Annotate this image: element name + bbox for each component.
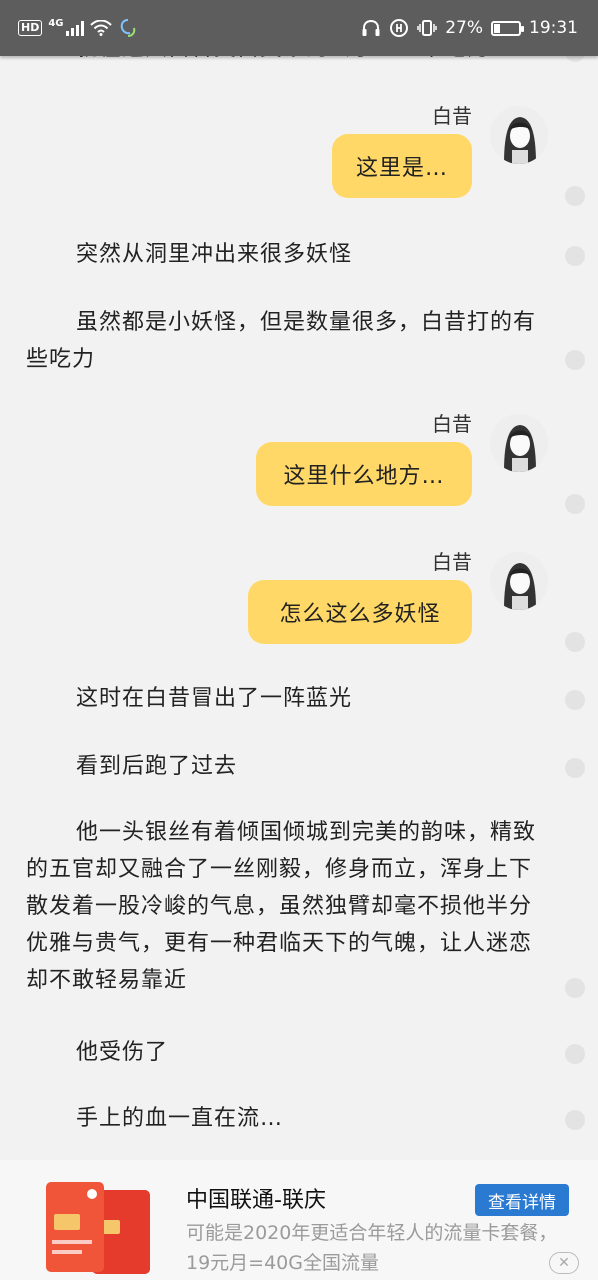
wifi-icon (89, 20, 112, 36)
vibrate-icon (417, 20, 437, 36)
story-paragraph: 突然从洞里冲出来很多妖怪 (76, 242, 353, 267)
headphones-icon (362, 19, 380, 36)
avatar[interactable] (490, 552, 548, 610)
comment-dot-icon[interactable] (565, 632, 585, 652)
story-paragraph: 虽然都是小妖怪，但是数量很多，白昔打的有些吃力 (26, 310, 537, 372)
battery-percent: 27% (445, 18, 483, 38)
comment-dot-icon[interactable] (565, 758, 585, 778)
comment-dot-icon[interactable] (565, 978, 585, 998)
assistant-icon (120, 19, 135, 37)
reader-content[interactable]: 就在这大白昔美白美诊的去子——下吃力 白昔 这里是… 突然从洞里冲出来很多妖怪 … (0, 0, 598, 1280)
character-avatar-icon (490, 106, 548, 164)
status-bar: HD 4G 27% 19:31 (0, 0, 598, 56)
ad-title[interactable]: 中国联通-联庆 (186, 1182, 326, 1214)
comment-dot-icon[interactable] (565, 1110, 585, 1130)
dialogue-bubble: 这里什么地方… (256, 442, 472, 506)
character-avatar-icon (490, 414, 548, 472)
ad-banner[interactable]: 中国联通-联庆 可能是2020年更适合年轻人的流量卡套餐，19元月=40G全国流… (0, 1160, 598, 1280)
story-paragraph: 他一头银丝有着倾国倾城到完美的韵味，精致的五官却又融合了一丝刚毅，修身而立，浑身… (26, 820, 537, 993)
comment-dot-icon[interactable] (565, 690, 585, 710)
hd-indicator: HD (18, 20, 43, 36)
network-type: 4G (48, 17, 64, 29)
comment-dot-icon[interactable] (565, 246, 585, 266)
story-paragraph: 手上的血一直在流… (76, 1106, 284, 1131)
clock: 19:31 (529, 18, 578, 38)
comment-dot-icon[interactable] (565, 186, 585, 206)
status-left: HD 4G (18, 18, 138, 38)
story-paragraph: 这时在白昔冒出了一阵蓝光 (76, 686, 353, 711)
data-saver-icon (390, 19, 409, 37)
dialogue-speaker: 白昔 (432, 104, 472, 128)
ad-description[interactable]: 可能是2020年更适合年轻人的流量卡套餐，19元月=40G全国流量 (186, 1218, 576, 1278)
sim-card-ad-image (46, 1182, 150, 1274)
ad-close-button[interactable]: ✕ (549, 1252, 579, 1274)
battery-level (494, 23, 500, 33)
signal-icon (65, 20, 84, 36)
avatar[interactable] (490, 414, 548, 472)
story-paragraph: 他受伤了 (76, 1040, 169, 1065)
story-paragraph: 看到后跑了过去 (76, 754, 238, 779)
battery-icon (491, 20, 524, 36)
view-details-button[interactable]: 查看详情 (475, 1184, 569, 1216)
status-right: 27% 19:31 (361, 18, 578, 38)
comment-dot-icon[interactable] (565, 494, 585, 514)
comment-dot-icon[interactable] (565, 350, 585, 370)
dialogue-bubble: 怎么这么多妖怪 (248, 580, 472, 644)
dialogue-bubble: 这里是… (332, 134, 472, 198)
character-avatar-icon (490, 552, 548, 610)
comment-dot-icon[interactable] (565, 1044, 585, 1064)
dialogue-speaker: 白昔 (432, 550, 472, 574)
avatar[interactable] (490, 106, 548, 164)
dialogue-speaker: 白昔 (432, 412, 472, 436)
